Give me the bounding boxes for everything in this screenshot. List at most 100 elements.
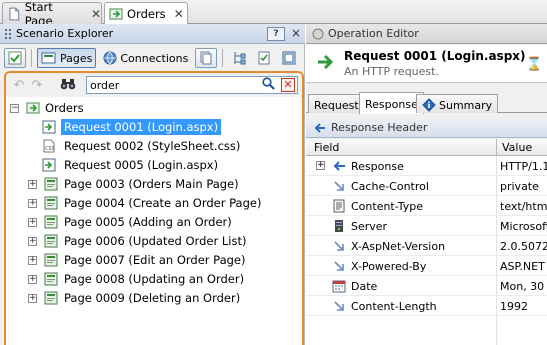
binoculars-icon[interactable] (60, 78, 76, 93)
close-icon[interactable]: ✕ (174, 7, 184, 21)
tree-item[interactable]: + Page 0008 (Updating an Order) (6, 270, 302, 289)
tab-summary[interactable]: Summary (416, 94, 499, 113)
header-arrow-icon (334, 181, 344, 191)
tree-item[interactable]: + Page 0003 (Orders Main Page) (6, 175, 302, 194)
tree-item[interactable]: + Page 0004 (Create an Order Page) (6, 194, 302, 213)
expand-icon[interactable]: + (28, 237, 37, 246)
table-row[interactable]: + Response HTTP/1.1 (306, 156, 547, 176)
tab-response[interactable]: Response (359, 92, 424, 114)
check-document-icon (258, 51, 270, 65)
operation-editor-header: Operation Editor (306, 24, 547, 44)
tree-item-label: Page 0006 (Updated Order List) (64, 234, 247, 248)
pages-button[interactable]: Pages (37, 48, 97, 68)
tree-item[interactable]: + Page 0005 (Adding an Order) (6, 213, 302, 232)
tree-item-label: Page 0009 (Deleting an Order) (64, 291, 241, 305)
tree-item[interactable]: + Page 0009 (Deleting an Order) (6, 289, 302, 308)
tree-item[interactable]: CSS Request 0002 (StyleSheet.css) (6, 137, 302, 156)
tree-item[interactable]: + Page 0006 (Updated Order List) (6, 232, 302, 251)
tree-item-label: Request 0001 (Login.aspx) (61, 119, 222, 135)
close-icon[interactable]: ✕ (91, 7, 101, 21)
svg-text:CSS: CSS (45, 146, 55, 152)
expand-icon[interactable]: + (316, 161, 325, 170)
check-button[interactable] (4, 48, 26, 68)
table-row[interactable]: Content-Type text/html; (306, 196, 547, 216)
page-icon (44, 253, 58, 267)
expand-icon[interactable]: + (28, 180, 37, 189)
request-arrow-icon (318, 54, 334, 70)
tab-start-page[interactable]: Start Page ✕ (2, 0, 102, 28)
expand-icon[interactable]: + (28, 256, 37, 265)
properties-button[interactable] (278, 48, 300, 68)
pages-icon (41, 52, 56, 64)
arrow-left-icon (333, 161, 345, 171)
operation-tabs: Request Response Summary (306, 92, 547, 114)
tab-request[interactable]: Request (308, 94, 365, 113)
undo-icon[interactable]: ↶ (10, 78, 28, 93)
arrow-left-icon (314, 122, 325, 133)
tree-structure-icon (234, 52, 246, 65)
table-row[interactable]: Cache-Control private (306, 176, 547, 196)
table-row[interactable]: Content-Length 1992 (306, 296, 547, 316)
expand-icon[interactable]: + (28, 218, 37, 227)
header-fields-grid: Field Value + Response HTTP/1.1 Cache-Co… (306, 139, 547, 345)
clear-search-icon[interactable]: ✕ (281, 78, 295, 92)
table-row[interactable]: X-AspNet-Version 2.0.5072 (306, 236, 547, 256)
hierarchy-button[interactable] (228, 48, 250, 68)
field-name: Server (351, 220, 388, 233)
tree-item[interactable]: Request 0005 (Login.aspx) (6, 156, 302, 175)
document-lines-icon (333, 199, 345, 213)
scenario-explorer-panel: Scenario Explorer ? × Pages Connections (0, 24, 305, 345)
field-value: text/html; (500, 200, 547, 213)
expand-icon[interactable]: + (28, 294, 37, 303)
field-name: Cache-Control (351, 180, 429, 193)
table-row[interactable]: Server Microsoft (306, 216, 547, 236)
tree-item[interactable]: + Page 0007 (Edit an Order Page) (6, 251, 302, 270)
table-row[interactable]: Date Mon, 30 N (306, 276, 547, 296)
help-button[interactable]: ? (267, 27, 285, 41)
page-icon (44, 196, 58, 210)
document-tab-bar: Start Page ✕ Orders ✕ (0, 0, 547, 28)
grip-icon (5, 28, 11, 39)
page-icon (44, 215, 58, 229)
tree-item-label: Page 0004 (Create an Order Page) (64, 196, 262, 210)
request-icon (42, 158, 56, 172)
connections-button[interactable]: Connections (99, 48, 192, 68)
hourglass-icon[interactable]: ⌛ (526, 57, 542, 72)
field-value: 2.0.5072 (500, 240, 547, 253)
tab-orders[interactable]: Orders ✕ (104, 2, 188, 25)
search-field[interactable]: ✕ (86, 76, 298, 94)
section-title: Response Header (331, 121, 428, 134)
validate-button[interactable] (253, 48, 275, 68)
explorer-toolbar: Pages Connections (0, 45, 305, 71)
search-icon[interactable] (262, 77, 275, 94)
css-file-icon: CSS (43, 139, 55, 153)
editor-icon (312, 28, 324, 39)
column-header-field[interactable]: Field (314, 141, 339, 154)
close-panel-button[interactable]: × (291, 26, 301, 40)
expand-icon[interactable]: + (28, 275, 37, 284)
scenario-explorer-header: Scenario Explorer ? × (0, 24, 305, 44)
table-row[interactable]: X-Powered-By ASP.NET (306, 256, 547, 276)
connections-button-label: Connections (120, 51, 189, 65)
tree-root-label: Orders (45, 101, 84, 115)
properties-icon (282, 51, 296, 65)
field-value: HTTP/1.1 (500, 160, 547, 173)
expand-icon[interactable]: + (28, 199, 37, 208)
field-name: Content-Type (351, 200, 423, 213)
document-icon (9, 7, 20, 20)
tree-item-label: Page 0003 (Orders Main Page) (64, 177, 239, 191)
field-value: 1992 (500, 300, 528, 313)
column-divider[interactable] (496, 139, 497, 156)
copy-button[interactable] (195, 48, 218, 68)
grid-header: Field Value (306, 139, 547, 156)
info-icon (422, 98, 436, 112)
header-arrow-icon (334, 301, 344, 311)
tree-root-orders[interactable]: − Orders (6, 99, 302, 118)
search-input[interactable] (87, 77, 257, 93)
column-header-value[interactable]: Value (502, 141, 532, 154)
tree-item[interactable]: Request 0001 (Login.aspx) (6, 118, 302, 137)
page-icon (44, 234, 58, 248)
collapse-icon[interactable]: − (10, 104, 19, 113)
tree-item-label: Request 0005 (Login.aspx) (64, 158, 219, 172)
redo-icon[interactable]: ↷ (28, 78, 46, 93)
